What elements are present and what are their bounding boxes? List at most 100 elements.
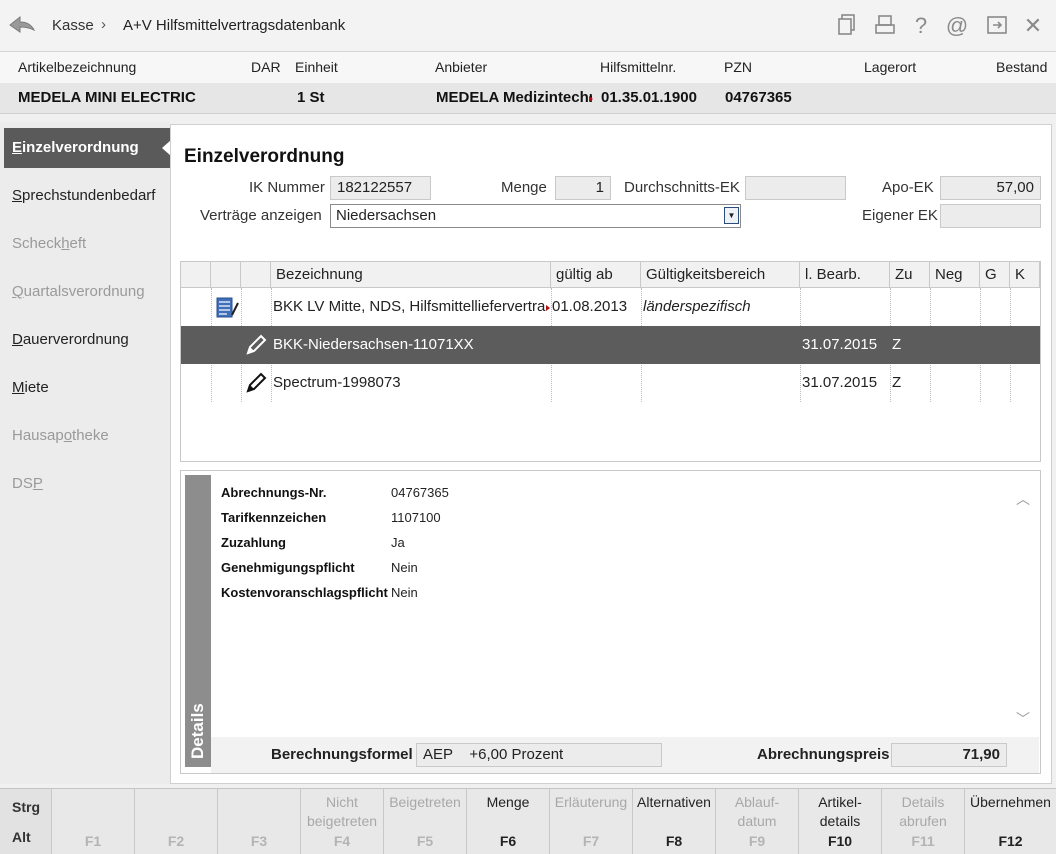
article-anbieter: MEDELA Medizintechn	[436, 89, 592, 106]
vertraege-label: Verträge anzeigen	[200, 207, 322, 224]
ik-label: IK Nummer	[249, 179, 325, 196]
durchschnitts-ek-field	[745, 176, 846, 200]
pencil-icon	[245, 334, 267, 360]
table-header-zu[interactable]: Zu	[890, 262, 930, 288]
detail-key-zuzahlung: Zuzahlung	[221, 535, 286, 550]
table-header-bearb[interactable]: l. Bearb.	[800, 262, 890, 288]
col-artikelbezeichnung: Artikelbezeichnung	[18, 59, 137, 75]
title-bar: Kasse › A+V Hilfsmittelvertragsdatenbank…	[0, 0, 1056, 52]
table-row-selected[interactable]: BKK-Niedersachsen-11071XX 31.07.2015 Z	[181, 326, 1040, 364]
detail-value-tarifkennzeichen: 1107100	[391, 510, 441, 525]
alternativen-button[interactable]: Alternativen F8	[633, 789, 716, 854]
row-bezeichnung: BKK LV Mitte, NDS, Hilfsmittelliefervert…	[273, 298, 546, 315]
row-bezeichnung: Spectrum-1998073	[273, 374, 401, 391]
scroll-down-icon[interactable]: ﹀	[1016, 709, 1030, 729]
row-zu: Z	[892, 374, 902, 391]
vertraege-select-value: Niedersachsen	[336, 207, 437, 224]
table-header-gueltigkeitsbereich[interactable]: Gültigkeitsbereich	[641, 262, 800, 288]
close-icon[interactable]: ✕	[1020, 13, 1046, 39]
row-gueltig-ab: 01.08.2013	[552, 298, 628, 315]
details-title: Details	[188, 703, 207, 759]
article-hilfsmittelnr: 01.35.01.1900	[601, 89, 697, 106]
sidebar-item-hausapotheke: Hausapotheke	[12, 427, 109, 444]
abrechnungspreis-label: Abrechnungspreis	[757, 746, 890, 763]
chevron-down-icon[interactable]: ▼	[724, 207, 739, 224]
breadcrumb-separator-icon: ›	[101, 16, 106, 33]
sidebar-item-sprechstundenbedarf[interactable]: Sprechstundenbedarf	[12, 187, 155, 204]
col-bestand: Bestand	[996, 59, 1048, 75]
table-header-blank	[181, 262, 211, 288]
table-header-bezeichnung[interactable]: Bezeichnung	[271, 262, 551, 288]
detail-key-abrechnungs-nr: Abrechnungs-Nr.	[221, 485, 327, 500]
back-arrow-icon[interactable]	[8, 14, 36, 36]
sidebar-item-dauerverordnung[interactable]: Dauerverordnung	[12, 331, 129, 348]
article-einheit: 1 St	[297, 89, 325, 106]
sidebar-item-label: Einzelverordnung	[12, 139, 139, 156]
article-name: MEDELA MINI ELECTRIC	[18, 89, 196, 106]
breadcrumb-kasse[interactable]: Kasse	[52, 17, 94, 34]
article-pzn: 04767365	[725, 89, 792, 106]
menge-field: 1	[555, 176, 611, 200]
apo-ek-field: 57,00	[940, 176, 1041, 200]
vertraege-select[interactable]: Niedersachsen	[330, 204, 741, 228]
artikeldetails-button[interactable]: Artikel- details F10	[799, 789, 882, 854]
sidebar-item-quartalsverordnung: Quartalsverordnung	[12, 283, 145, 300]
at-icon[interactable]: @	[944, 13, 970, 39]
nicht-beigetreten-button[interactable]: Nicht beigetreten F4	[301, 789, 384, 854]
erlaeuterung-button[interactable]: Erläuterung F7	[550, 789, 633, 854]
modifier-keys: Strg Alt	[0, 789, 52, 854]
sidebar-item-scheckheft: Scheckheft	[12, 235, 87, 252]
article-header: Artikelbezeichnung DAR Einheit Anbieter …	[0, 52, 1056, 83]
table-header-g[interactable]: G	[980, 262, 1010, 288]
detail-value-genehmigungspflicht: Nein	[391, 560, 418, 575]
berechnungsformel-label: Berechnungsformel	[271, 746, 413, 763]
scroll-up-icon[interactable]: ︿	[1016, 489, 1030, 509]
uebernehmen-button[interactable]: Übernehmen F12	[965, 789, 1056, 854]
sidebar-item-einzelverordnung[interactable]: Einzelverordnung	[4, 128, 171, 168]
row-gueltigkeitsbereich: länderspezifisch	[643, 298, 751, 315]
table-header-gueltig-ab[interactable]: gültig ab	[551, 262, 641, 288]
detail-key-genehmigungspflicht: Genehmigungspflicht	[221, 560, 355, 575]
berechnungsformel-field: AEP +6,00 Prozent	[416, 743, 662, 767]
eigener-ek-label: Eigener EK	[862, 207, 938, 224]
export-window-icon[interactable]	[984, 13, 1010, 39]
details-side-label: Details	[185, 475, 211, 767]
page-title: A+V Hilfsmittelvertragsdatenbank	[123, 17, 346, 34]
details-footer: Berechnungsformel AEP +6,00 Prozent Abre…	[211, 737, 1039, 773]
strg-key[interactable]: Strg	[12, 799, 40, 815]
function-key-bar: Strg Alt F1 F2 F3 Nicht beigetreten F4 Be…	[0, 788, 1056, 854]
detail-key-tarifkennzeichen: Tarifkennzeichen	[221, 510, 327, 525]
durchschnitts-ek-label: Durchschnitts-EK	[624, 179, 740, 196]
col-anbieter: Anbieter	[435, 59, 488, 75]
contract-document-icon	[215, 297, 239, 323]
table-row[interactable]: Spectrum-1998073 31.07.2015 Z	[181, 364, 1040, 402]
detail-value-zuzahlung: Ja	[391, 535, 405, 550]
eigener-ek-field[interactable]	[940, 204, 1041, 228]
sidebar: Einzelverordnung Sprechstundenbedarf Sch…	[0, 122, 171, 784]
row-bearb: 31.07.2015	[802, 374, 878, 391]
sidebar-item-dsp: DSP	[12, 475, 43, 492]
table-header-neg[interactable]: Neg	[930, 262, 980, 288]
beigetreten-button[interactable]: Beigetreten F5	[384, 789, 467, 854]
f2-button: F2	[135, 789, 218, 854]
help-icon[interactable]: ?	[908, 13, 934, 39]
f3-button: F3	[218, 789, 301, 854]
sidebar-item-miete[interactable]: Miete	[12, 379, 49, 396]
truncation-marker-icon	[546, 305, 550, 311]
row-bearb: 31.07.2015	[802, 336, 878, 353]
document-copy-icon[interactable]	[834, 13, 860, 39]
col-lagerort: Lagerort	[864, 59, 917, 75]
detail-value-kostenvoranschlagspflicht: Nein	[391, 585, 418, 600]
contract-table: Bezeichnung gültig ab Gültigkeitsbereich…	[180, 261, 1041, 462]
f1-button: F1	[52, 789, 135, 854]
printer-icon[interactable]	[872, 13, 898, 39]
ablaufdatum-button[interactable]: Ablauf- datum F9	[716, 789, 799, 854]
pencil-icon	[245, 372, 267, 398]
apo-ek-label: Apo-EK	[882, 179, 934, 196]
details-scrollbar[interactable]: ︿ ﹀	[1012, 475, 1034, 731]
table-header-k[interactable]: K	[1010, 262, 1040, 288]
details-abrufen-button[interactable]: Details abrufen F11	[882, 789, 965, 854]
menge-button[interactable]: Menge F6	[467, 789, 550, 854]
table-row[interactable]: BKK LV Mitte, NDS, Hilfsmittelliefervert…	[181, 288, 1040, 326]
alt-key[interactable]: Alt	[12, 829, 31, 845]
